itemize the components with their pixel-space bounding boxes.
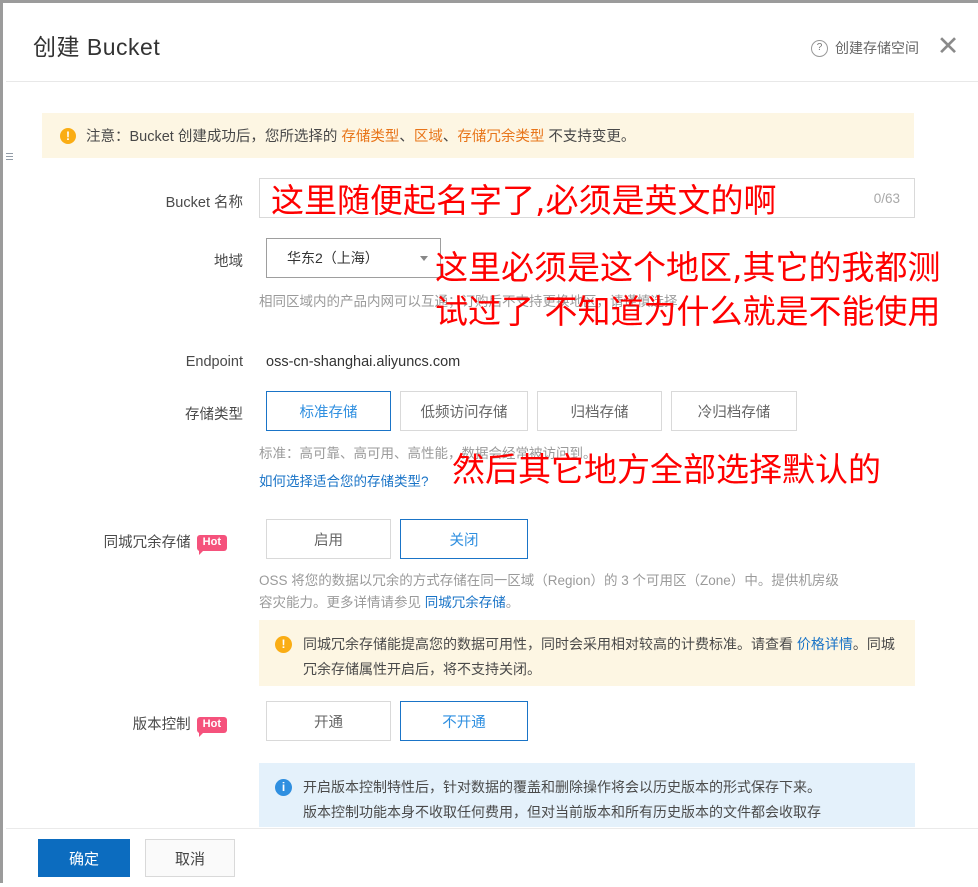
zone-redundancy-note: ! 同城冗余存储能提高您的数据可用性，同时会采用相对较高的计费标准。请查看 价格… — [259, 620, 915, 686]
versioning-option-disable[interactable]: 不开通 — [400, 701, 528, 741]
zone-redundancy-desc: OSS 将您的数据以冗余的方式存储在同一区域（Region）的 3 个可用区（Z… — [259, 570, 931, 614]
storage-class-label: 存储类型 — [185, 407, 243, 423]
notice-emphasis-redundancy: 存储冗余类型 — [457, 129, 545, 145]
scroll-indicator — [6, 151, 13, 165]
cancel-button[interactable]: 取消 — [145, 839, 235, 877]
versioning-note-line2: 版本控制功能本身不收取任何费用，但对当前版本和所有历史版本的文件都会收取存 — [303, 804, 821, 820]
notice-prefix: 注意：Bucket 创建成功后，您所选择的 — [86, 129, 342, 145]
region-select[interactable]: 华东2（上海） — [266, 238, 441, 278]
question-circle-icon: ? — [811, 39, 828, 57]
price-details-link[interactable]: 价格详情 — [797, 636, 853, 652]
info-icon: i — [275, 779, 292, 796]
bucket-name-label: Bucket 名称 — [165, 195, 243, 211]
close-icon[interactable]: ✕ — [932, 30, 964, 62]
versioning-label: 版本控制 Hot — [3, 713, 227, 737]
chevron-down-icon — [420, 255, 428, 261]
bucket-name-input[interactable]: 0/63 — [259, 178, 915, 218]
notice-banner: ! 注意：Bucket 创建成功后，您所选择的 存储类型、区域、存储冗余类型 不… — [42, 113, 914, 158]
endpoint-label: Endpoint — [185, 354, 243, 370]
zone-redundancy-label: 同城冗余存储 Hot — [3, 531, 227, 555]
zone-redundancy-label-text: 同城冗余存储 — [103, 535, 191, 551]
hot-badge: Hot — [196, 535, 227, 555]
bucket-name-counter: 0/63 — [873, 190, 900, 206]
storage-class-options: 标准存储 低频访问存储 归档存储 冷归档存储 — [266, 391, 797, 431]
storage-class-hint: 标准：高可靠、高可用、高性能，数据会经常被访问到。 — [259, 446, 597, 461]
storage-class-option-ia[interactable]: 低频访问存储 — [400, 391, 528, 431]
notice-sep-1: 、 — [399, 129, 414, 145]
zone-redundancy-note-pre: 同城冗余存储能提高您的数据可用性，同时会采用相对较高的计费标准。请查看 — [303, 636, 797, 652]
notice-banner-text: 注意：Bucket 创建成功后，您所选择的 存储类型、区域、存储冗余类型 不支持… — [86, 125, 635, 146]
zone-redundancy-options: 启用 关闭 — [266, 519, 528, 559]
versioning-note-text: 开启版本控制特性后，针对数据的覆盖和删除操作将会以历史版本的形式保存下来。 版本控… — [303, 775, 821, 820]
endpoint-value: oss-cn-shanghai.aliyuncs.com — [266, 354, 461, 370]
help-link[interactable]: ? 创建存储空间 — [811, 38, 919, 58]
annotation-region-line1: 这里必须是这个地区,其它的我都测 — [435, 248, 941, 287]
create-bucket-dialog: 创建 Bucket ? 创建存储空间 ✕ ! 注意：Bucket 创建成功后，您… — [0, 0, 978, 887]
storage-class-option-cold-archive[interactable]: 冷归档存储 — [671, 391, 797, 431]
zone-redundancy-option-disable[interactable]: 关闭 — [400, 519, 528, 559]
versioning-option-enable[interactable]: 开通 — [266, 701, 391, 741]
dialog-header: 创建 Bucket ? 创建存储空间 ✕ — [6, 6, 978, 82]
dialog-footer: 确定 取消 — [6, 828, 978, 887]
zone-redundancy-doc-link[interactable]: 同城冗余存储 — [425, 595, 506, 610]
storage-class-help-link[interactable]: 如何选择适合您的存储类型? — [259, 471, 429, 493]
zone-redundancy-option-enable[interactable]: 启用 — [266, 519, 391, 559]
versioning-note-line1: 开启版本控制特性后，针对数据的覆盖和删除操作将会以历史版本的形式保存下来。 — [303, 779, 821, 795]
region-hint: 相同区域内的产品内网可以互通；订购后不支持更换地区，请谨慎选择 — [259, 294, 678, 309]
page-title: 创建 Bucket — [33, 34, 161, 60]
zone-redundancy-desc-line2-pre: 容灾能力。更多详情请参见 — [259, 595, 425, 610]
storage-class-option-archive[interactable]: 归档存储 — [537, 391, 662, 431]
annotation-region: 这里必须是这个地区,其它的我都测 试过了 不知道为什么就是不能使用 — [435, 246, 941, 334]
exclamation-icon: ! — [60, 127, 76, 144]
help-link-label: 创建存储空间 — [835, 40, 919, 56]
versioning-options: 开通 不开通 — [266, 701, 528, 741]
hot-badge: Hot — [196, 717, 227, 737]
exclamation-icon: ! — [275, 636, 292, 653]
region-value: 华东2（上海） — [287, 250, 379, 266]
zone-redundancy-desc-line1: OSS 将您的数据以冗余的方式存储在同一区域（Region）的 3 个可用区（Z… — [259, 573, 839, 588]
storage-class-option-standard[interactable]: 标准存储 — [266, 391, 391, 431]
zone-redundancy-note-text: 同城冗余存储能提高您的数据可用性，同时会采用相对较高的计费标准。请查看 价格详情… — [303, 632, 899, 677]
zone-redundancy-desc-line2-post: 。 — [505, 595, 520, 610]
versioning-label-text: 版本控制 — [132, 717, 191, 733]
notice-suffix: 不支持变更。 — [544, 129, 636, 145]
notice-emphasis-storage-class: 存储类型 — [341, 129, 400, 145]
confirm-button[interactable]: 确定 — [38, 839, 130, 877]
notice-emphasis-region: 区域 — [413, 129, 443, 145]
notice-sep-2: 、 — [442, 129, 458, 145]
versioning-note: i 开启版本控制特性后，针对数据的覆盖和删除操作将会以历史版本的形式保存下来。版… — [259, 763, 915, 827]
region-label: 地域 — [214, 254, 243, 270]
